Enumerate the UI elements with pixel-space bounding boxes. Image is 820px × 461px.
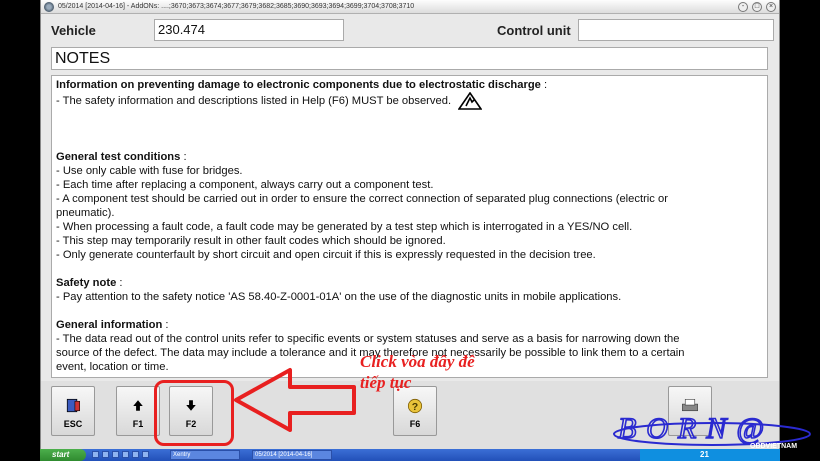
- annotation-line-2: tiếp tục: [360, 373, 412, 392]
- esd-line: - The safety information and description…: [56, 94, 452, 107]
- general-info-heading: General information: [56, 319, 163, 331]
- list-item: - A component test should be carried out…: [56, 193, 668, 205]
- esd-heading: Information on preventing damage to elec…: [56, 79, 541, 91]
- safety-section: Safety note : - Pay attention to the saf…: [56, 276, 763, 304]
- system-tray: 21: [640, 449, 780, 461]
- annotation-line-1: Click vòa đây đê: [360, 352, 475, 371]
- safety-heading-suffix: :: [116, 277, 123, 289]
- quicklaunch-icon[interactable]: [122, 451, 129, 458]
- tray-clock: 21: [700, 450, 709, 459]
- help-question-icon: ?: [407, 398, 423, 414]
- general-test-heading-suffix: :: [180, 151, 187, 163]
- f6-button[interactable]: ? F6: [393, 386, 437, 436]
- svg-text:OBDVIETNAM: OBDVIETNAM: [750, 443, 797, 450]
- quicklaunch-icon[interactable]: [92, 451, 99, 458]
- annotation-text: Click vòa đây đê tiếp tục: [360, 351, 510, 393]
- start-button[interactable]: start: [40, 449, 86, 461]
- general-test-heading: General test conditions: [56, 151, 181, 163]
- svg-text:?: ?: [412, 401, 418, 413]
- title-bar[interactable]: 05/2014 [2014-04-16] - AddONs: ....;3670…: [41, 0, 779, 14]
- control-unit-field: [578, 19, 774, 41]
- list-item: - Each time after replacing a component,…: [56, 179, 434, 191]
- list-item: - Only generate counterfault by short ci…: [56, 249, 596, 261]
- pointer-arrow-icon: [234, 368, 356, 432]
- esd-section: Information on preventing damage to elec…: [56, 78, 763, 110]
- close-button[interactable]: ×: [766, 2, 776, 12]
- list-item: - The data read out of the control units…: [56, 333, 680, 345]
- notes-title: NOTES: [51, 47, 768, 70]
- list-item: - Use only cable with fuse for bridges.: [56, 165, 243, 177]
- arrow-up-icon: [133, 400, 143, 411]
- general-info-heading-suffix: :: [162, 319, 169, 331]
- minimize-button[interactable]: -: [738, 2, 748, 12]
- quicklaunch-icon[interactable]: [102, 451, 109, 458]
- f6-label: F6: [409, 419, 421, 429]
- vehicle-field: 230.474: [154, 19, 344, 41]
- highlight-box: [154, 380, 234, 446]
- quicklaunch-icon[interactable]: [132, 451, 139, 458]
- control-unit-label: Control unit: [497, 23, 571, 38]
- notes-content[interactable]: Information on preventing damage to elec…: [51, 75, 768, 378]
- watermark-logo: BORN@ OBDVIETNAM: [613, 411, 811, 450]
- list-item: - Pay attention to the safety notice 'AS…: [56, 291, 622, 303]
- list-item: pneumatic).: [56, 207, 115, 219]
- quicklaunch-icon[interactable]: [142, 451, 149, 458]
- general-test-section: General test conditions : - Use only cab…: [56, 150, 763, 262]
- esc-label: ESC: [63, 419, 83, 429]
- esc-button[interactable]: ESC: [51, 386, 95, 436]
- svg-text:BORN@: BORN@: [618, 412, 774, 445]
- list-item: - This step may temporarily result in ot…: [56, 235, 446, 247]
- app-logo-icon: [44, 2, 54, 12]
- f1-label: F1: [132, 419, 144, 429]
- window-title: 05/2014 [2014-04-16] - AddONs: ....;3670…: [58, 3, 415, 10]
- list-item: - When processing a fault code, a fault …: [56, 221, 633, 233]
- taskbar-task[interactable]: 05/2014 [2014-04-16]: [252, 450, 332, 460]
- exit-door-icon: [66, 398, 80, 413]
- esd-warning-icon: [458, 92, 483, 110]
- vehicle-label: Vehicle: [51, 23, 96, 38]
- quicklaunch-icon[interactable]: [112, 451, 119, 458]
- taskbar: start 05/2014 [2014-04-16] Xentry 21: [40, 449, 780, 461]
- esd-heading-suffix: :: [540, 79, 548, 91]
- taskbar-task[interactable]: Xentry: [170, 450, 240, 460]
- safety-heading: Safety note: [56, 277, 117, 289]
- restore-button[interactable]: □: [752, 2, 762, 12]
